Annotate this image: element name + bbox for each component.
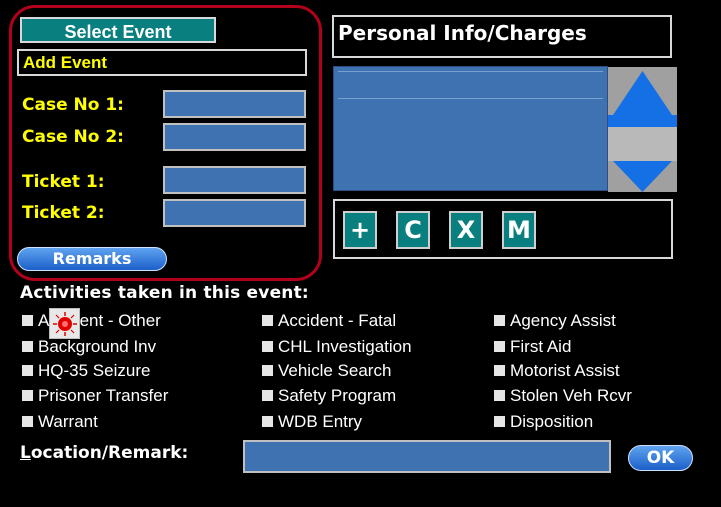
checkbox-icon[interactable]: [262, 390, 273, 401]
triangle-up-icon[interactable]: [608, 67, 677, 115]
checkbox-icon[interactable]: [494, 341, 505, 352]
ticket-1-label: Ticket 1:: [22, 172, 105, 192]
checkbox-icon[interactable]: [22, 341, 33, 352]
case-no-2-label: Case No 2:: [22, 127, 124, 147]
x-button[interactable]: X: [449, 211, 483, 249]
activity-checkbox[interactable]: Motorist Assist: [494, 360, 620, 382]
checkbox-icon[interactable]: [22, 365, 33, 376]
activity-checkbox[interactable]: WDB Entry: [262, 411, 362, 433]
activity-checkbox[interactable]: Accident - Other: [22, 310, 161, 332]
personal-info-header: Personal Info/Charges: [332, 15, 672, 58]
event-type-field[interactable]: Add Event: [17, 49, 307, 76]
activity-checkbox[interactable]: First Aid: [494, 336, 571, 358]
m-button[interactable]: M: [502, 211, 536, 249]
activity-checkbox[interactable]: Safety Program: [262, 385, 396, 407]
case-no-1-input[interactable]: [163, 90, 306, 118]
checkbox-icon[interactable]: [262, 315, 273, 326]
checkbox-icon[interactable]: [262, 416, 273, 427]
c-button[interactable]: C: [396, 211, 430, 249]
location-remark-label: Location/Remark:: [20, 443, 189, 463]
scroll-track: [608, 115, 677, 127]
add-charge-button[interactable]: +: [343, 211, 377, 249]
location-remark-input[interactable]: [243, 440, 611, 473]
activity-checkbox[interactable]: CHL Investigation: [262, 336, 412, 358]
activity-checkbox[interactable]: Disposition: [494, 411, 593, 433]
ok-button[interactable]: OK: [628, 445, 693, 471]
charge-action-panel: + C X M: [333, 199, 673, 259]
scroll-thumb[interactable]: [608, 127, 677, 161]
ticket-2-input[interactable]: [163, 199, 306, 227]
activity-checkbox[interactable]: Background Inv: [22, 336, 156, 358]
activities-title: Activities taken in this event:: [20, 283, 309, 303]
case-no-2-input[interactable]: [163, 123, 306, 151]
activity-checkbox[interactable]: Accident - Fatal: [262, 310, 396, 332]
case-no-1-label: Case No 1:: [22, 95, 124, 115]
select-event-button[interactable]: Select Event: [20, 17, 216, 43]
activity-checkbox[interactable]: HQ-35 Seizure: [22, 360, 150, 382]
checkbox-icon[interactable]: [494, 315, 505, 326]
checkbox-icon[interactable]: [494, 365, 505, 376]
checkbox-icon[interactable]: [494, 390, 505, 401]
checkbox-icon[interactable]: [262, 365, 273, 376]
target-cursor-icon: [49, 308, 80, 339]
remarks-button[interactable]: Remarks: [17, 247, 167, 271]
triangle-down-icon[interactable]: [608, 161, 677, 192]
ticket-2-label: Ticket 2:: [22, 203, 105, 223]
info-list-scrollbar[interactable]: [608, 67, 677, 192]
ticket-1-input[interactable]: [163, 166, 306, 194]
checkbox-icon[interactable]: [22, 390, 33, 401]
checkbox-icon[interactable]: [22, 416, 33, 427]
checkbox-icon[interactable]: [262, 341, 273, 352]
checkbox-icon[interactable]: [22, 315, 33, 326]
activity-checkbox[interactable]: Warrant: [22, 411, 98, 433]
activity-checkbox[interactable]: Agency Assist: [494, 310, 616, 332]
activity-checkbox[interactable]: Stolen Veh Rcvr: [494, 385, 632, 407]
activity-checkbox[interactable]: Prisoner Transfer: [22, 385, 168, 407]
activity-checkbox[interactable]: Vehicle Search: [262, 360, 391, 382]
personal-info-list[interactable]: [333, 66, 608, 191]
checkbox-icon[interactable]: [494, 416, 505, 427]
